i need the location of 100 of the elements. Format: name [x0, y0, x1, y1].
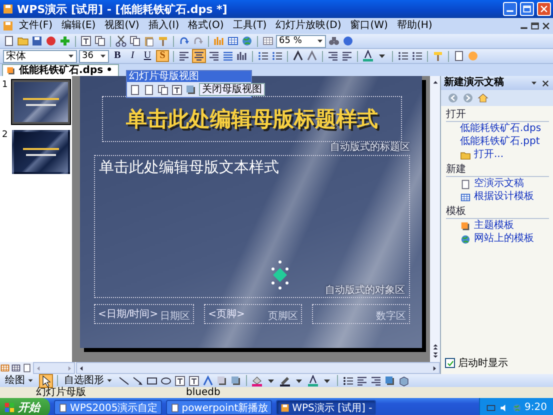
- close-master-button[interactable]: 关闭母版视图: [199, 83, 265, 96]
- increase-font-icon[interactable]: [292, 50, 304, 62]
- print-preview-icon[interactable]: [94, 35, 106, 47]
- diagram-icon[interactable]: [216, 374, 228, 386]
- undo-icon[interactable]: [178, 35, 190, 47]
- table-icon[interactable]: [227, 35, 239, 47]
- slide-thumbnail[interactable]: [12, 130, 70, 174]
- menu-item[interactable]: 视图(V): [100, 19, 144, 33]
- save-icon[interactable]: [31, 35, 43, 47]
- restore-icon[interactable]: [530, 21, 540, 31]
- add-icon[interactable]: [59, 35, 71, 47]
- menu-item[interactable]: 文件(F): [15, 19, 57, 33]
- font-size-field[interactable]: 36: [79, 50, 109, 62]
- vertical-text-box-icon[interactable]: [188, 374, 200, 386]
- font-field[interactable]: 宋体: [3, 50, 77, 62]
- format-brush-icon[interactable]: [157, 35, 169, 47]
- format-button[interactable]: S: [156, 50, 169, 62]
- menu-item[interactable]: 格式(O): [184, 19, 228, 33]
- footer-placeholder[interactable]: <日期/时间> 日期区: [94, 304, 194, 324]
- maximize-button[interactable]: [520, 2, 534, 16]
- minimize-button[interactable]: [503, 2, 517, 16]
- text-box-icon[interactable]: [174, 374, 186, 386]
- decrease-indent-icon[interactable]: [341, 50, 353, 62]
- line-spacing-icon[interactable]: [397, 50, 409, 62]
- bullet-list-icon[interactable]: [271, 50, 283, 62]
- cut-icon[interactable]: [115, 35, 127, 47]
- checkbox[interactable]: [445, 358, 455, 368]
- pane-link[interactable]: 低能耗铁矿石.ppt: [460, 136, 540, 148]
- grid-icon[interactable]: [262, 35, 274, 47]
- new-document-icon[interactable]: [3, 35, 15, 47]
- footer-placeholder[interactable]: <页脚> 页脚区: [204, 304, 302, 324]
- clock: 9:20: [524, 402, 547, 413]
- paragraph-spacing-icon[interactable]: [411, 50, 423, 62]
- close-icon[interactable]: [541, 21, 551, 31]
- close-button[interactable]: [537, 2, 551, 16]
- maximize-icon: [522, 4, 532, 14]
- autoshapes-menu[interactable]: 自选图形: [62, 375, 116, 386]
- font-color-icon[interactable]: [307, 374, 319, 386]
- menu-item[interactable]: 编辑(E): [58, 19, 100, 33]
- menu-item[interactable]: 工具(T): [228, 19, 271, 33]
- check-icon: [446, 358, 454, 368]
- pane-link[interactable]: 网站上的模板: [474, 233, 534, 245]
- pane-link[interactable]: 低能耗铁矿石.dps: [460, 123, 542, 135]
- shadow-icon[interactable]: [384, 374, 396, 386]
- taskbar-button[interactable]: WPS演示 [试用] -: [276, 400, 376, 415]
- arrow-style-icon[interactable]: [370, 374, 382, 386]
- rectangle-icon[interactable]: [146, 374, 158, 386]
- line-color-icon[interactable]: [279, 374, 291, 386]
- zoom-field[interactable]: 65 %: [276, 34, 326, 48]
- align-right-icon[interactable]: [208, 50, 220, 62]
- taskbar-button[interactable]: WPS2005演示自定: [54, 400, 162, 415]
- home-icon[interactable]: [477, 92, 489, 104]
- art-text-icon[interactable]: [202, 374, 214, 386]
- taskbar-button[interactable]: powerpoint新播放: [166, 400, 272, 415]
- slide-layout-icon[interactable]: [453, 50, 465, 62]
- format-button[interactable]: I: [126, 50, 139, 62]
- picture-icon[interactable]: [230, 374, 242, 386]
- layout-icon[interactable]: [185, 84, 197, 96]
- vertical-scroll-bar[interactable]: [430, 76, 440, 362]
- document-tab[interactable]: 低能耗铁矿石.dps •: [2, 64, 120, 76]
- close-icon[interactable]: [541, 78, 550, 88]
- select-pointer-icon[interactable]: [40, 374, 52, 386]
- paste-icon[interactable]: [143, 35, 155, 47]
- horizontal-scroll-bar[interactable]: [33, 362, 75, 374]
- align-center-icon[interactable]: [193, 50, 205, 62]
- font-color-icon[interactable]: [362, 50, 374, 62]
- menu-item[interactable]: 窗口(W): [346, 19, 392, 33]
- increase-indent-icon[interactable]: [327, 50, 339, 62]
- align-left-icon[interactable]: [178, 50, 190, 62]
- menu-item[interactable]: 插入(I): [144, 19, 184, 33]
- horizontal-scroll-bar[interactable]: [76, 362, 440, 374]
- slide-sorter-icon[interactable]: [11, 363, 21, 373]
- pane-link[interactable]: 根据设计模板: [474, 191, 534, 203]
- pane-link[interactable]: 打开...: [474, 149, 504, 161]
- rotation-handle-icon[interactable]: [271, 260, 289, 290]
- slideshow-icon[interactable]: [22, 363, 32, 373]
- pane-link[interactable]: 主题模板: [474, 220, 514, 232]
- pane-link[interactable]: 空演示文稿: [474, 178, 524, 190]
- format-button[interactable]: B: [111, 50, 124, 62]
- decrease-font-icon[interactable]: [306, 50, 318, 62]
- fill-color-icon[interactable]: [251, 374, 263, 386]
- arrow-icon[interactable]: [132, 374, 144, 386]
- line-icon[interactable]: [118, 374, 130, 386]
- body-placeholder[interactable]: 单击此处编辑母版文本样式 自动版式的对象区: [94, 155, 410, 298]
- distribute-icon[interactable]: [236, 50, 248, 62]
- ellipse-icon[interactable]: [160, 374, 172, 386]
- keyboard-icon[interactable]: [486, 402, 496, 412]
- search-icon[interactable]: [328, 35, 340, 47]
- slide-thumbnail[interactable]: [12, 80, 70, 124]
- record-icon[interactable]: [45, 35, 57, 47]
- menu-item[interactable]: 幻灯片放映(D): [272, 19, 346, 33]
- draw-menu[interactable]: 绘图: [3, 375, 37, 386]
- copy-icon[interactable]: [129, 35, 141, 47]
- format-button[interactable]: U: [141, 50, 154, 62]
- dash-style-icon[interactable]: [356, 374, 368, 386]
- justify-icon[interactable]: [222, 50, 234, 62]
- numbered-list-icon[interactable]: [257, 50, 269, 62]
- line-style-icon[interactable]: [342, 374, 354, 386]
- menu-item[interactable]: 帮助(H): [392, 19, 436, 33]
- normal-view-icon[interactable]: [0, 363, 10, 373]
